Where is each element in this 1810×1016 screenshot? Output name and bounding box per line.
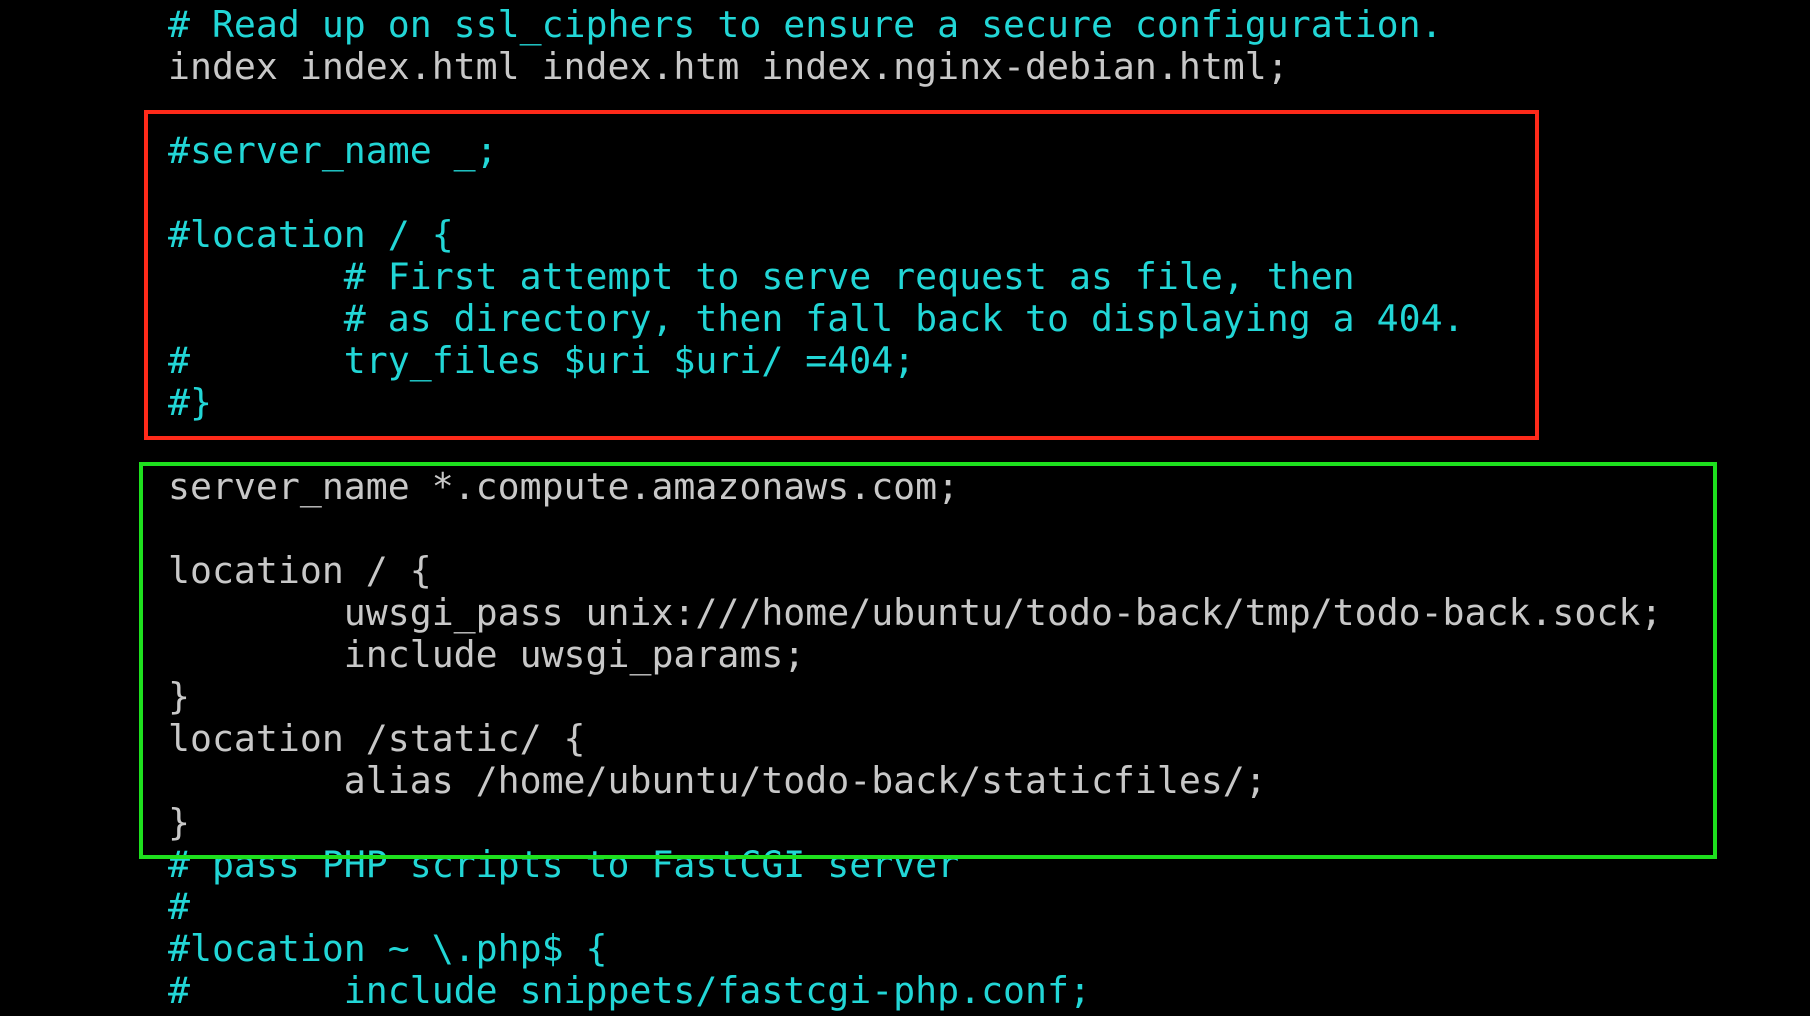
code-line-alias-static: alias /home/ubuntu/todo-back/staticfiles… [168, 759, 1267, 802]
code-line-uwsgi-pass: uwsgi_pass unix:///home/ubuntu/todo-back… [168, 591, 1663, 634]
code-line-close-brace-1: } [168, 675, 190, 718]
code-line-commented-try-files: # try_files $uri $uri/ =404; [168, 339, 916, 382]
code-line-ssl-comment: # Read up on ssl_ciphers to ensure a sec… [168, 3, 1443, 46]
code-line-hash: # [168, 885, 190, 928]
code-line-location-root: location / { [168, 549, 432, 592]
code-line-commented-close-brace: #} [168, 381, 212, 424]
terminal-window[interactable]: # Read up on ssl_ciphers to ensure a sec… [0, 0, 1810, 1016]
code-line-first-attempt-comment: # First attempt to serve request as file… [168, 255, 1355, 298]
code-line-commented-php-location: #location ~ \.php$ { [168, 927, 608, 970]
code-line-location-static: location /static/ { [168, 717, 586, 760]
code-line-php-comment: # pass PHP scripts to FastCGI server [168, 843, 960, 886]
code-line-commented-fastcgi-include: # include snippets/fastcgi-php.conf; [168, 969, 1091, 1012]
code-line-commented-location: #location / { [168, 213, 454, 256]
code-line-directory-comment: # as directory, then fall back to displa… [168, 297, 1465, 340]
code-line-close-brace-2: } [168, 801, 190, 844]
code-line-server-name: server_name *.compute.amazonaws.com; [168, 465, 960, 508]
code-line-include-uwsgi-params: include uwsgi_params; [168, 633, 806, 676]
code-line-commented-server-name: #server_name _; [168, 129, 498, 172]
code-line-index: index index.html index.htm index.nginx-d… [168, 45, 1289, 88]
